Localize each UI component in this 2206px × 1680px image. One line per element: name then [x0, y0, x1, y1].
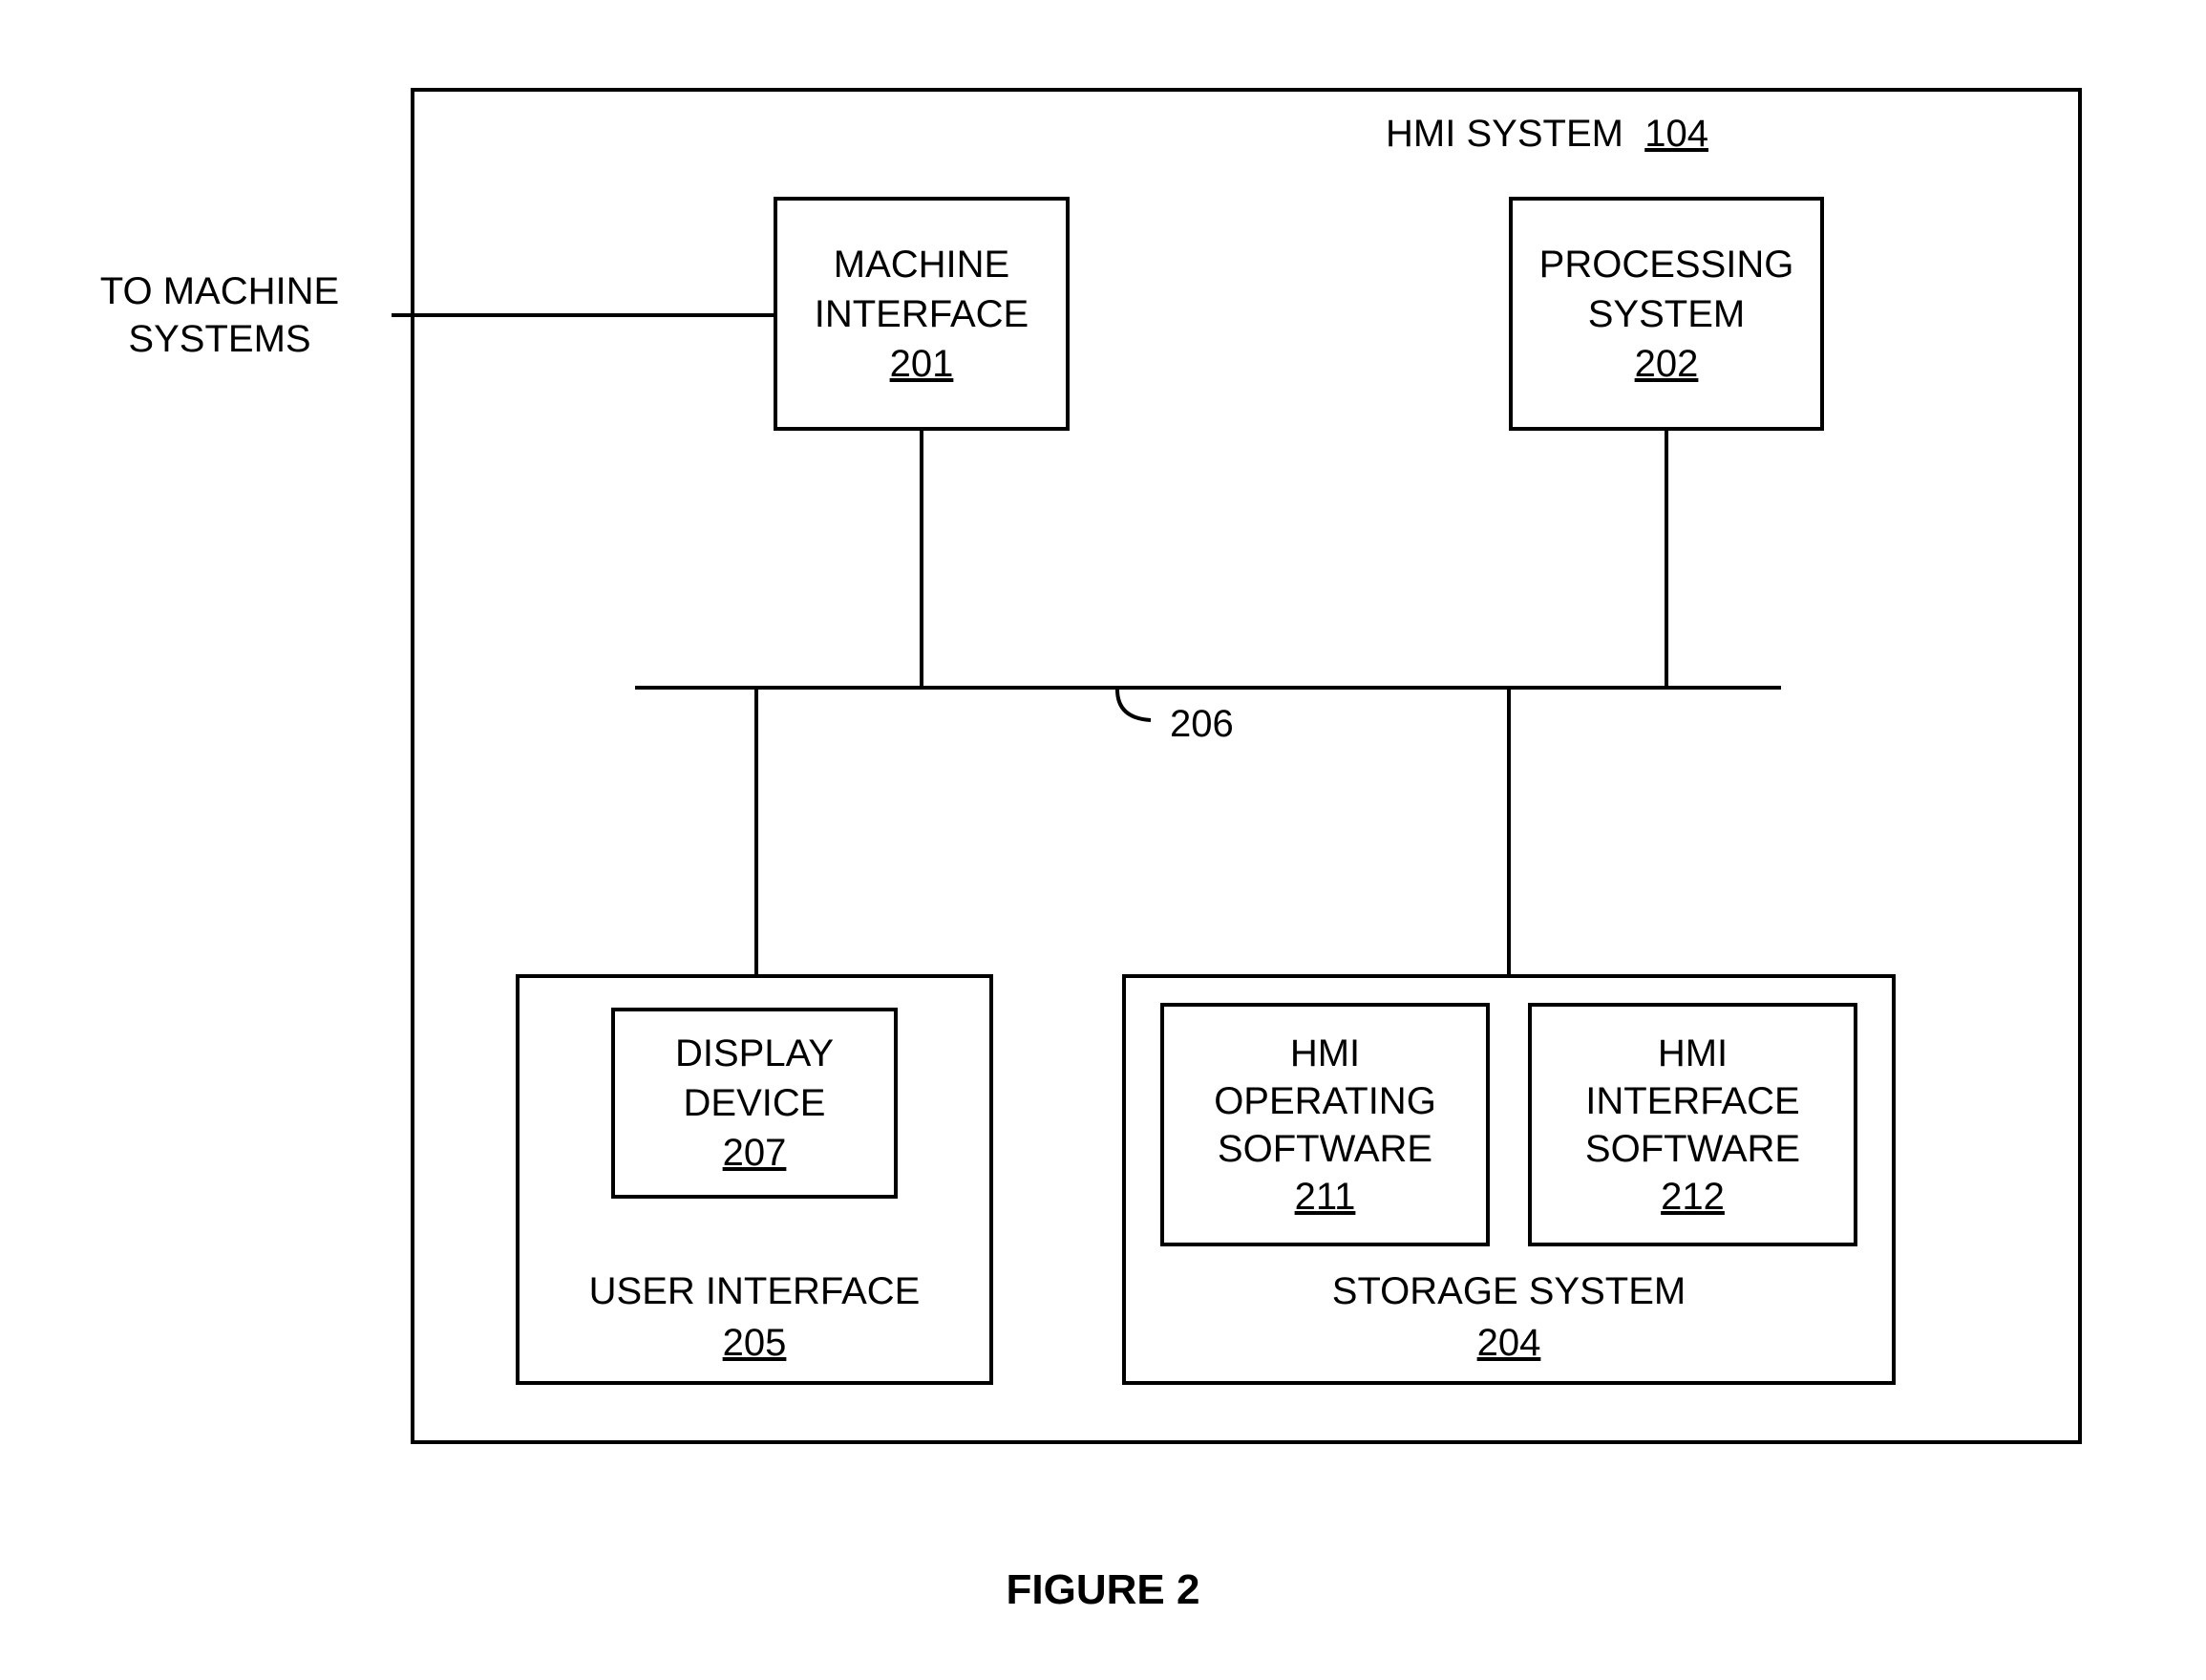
diagram-canvas: TO MACHINE SYSTEMS HMI SYSTEM 104 MACHIN…: [0, 0, 2206, 1680]
figure-caption: FIGURE 2: [0, 1566, 2206, 1614]
user-interface-title: USER INTERFACE: [516, 1265, 993, 1317]
storage-system-ref: 204: [1122, 1317, 1896, 1369]
connector-bus-to-user-interface: [754, 686, 758, 974]
display-device-ref: 207: [675, 1128, 834, 1178]
processing-system-box: PROCESSING SYSTEM 202: [1509, 197, 1824, 431]
hmi-interface-software-line1: HMI: [1585, 1030, 1800, 1077]
display-device-line2: DEVICE: [675, 1078, 834, 1128]
processing-system-line1: PROCESSING: [1539, 240, 1794, 289]
machine-interface-line2: INTERFACE: [815, 289, 1029, 339]
hmi-operating-software-line1: HMI: [1214, 1030, 1436, 1077]
storage-system-title: STORAGE SYSTEM: [1122, 1265, 1896, 1317]
hmi-operating-software-line2: OPERATING: [1214, 1077, 1436, 1125]
processing-system-ref: 202: [1539, 339, 1794, 389]
external-label: TO MACHINE SYSTEMS: [57, 267, 382, 363]
hmi-system-title: HMI SYSTEM 104: [1356, 113, 1738, 156]
hmi-interface-software-line2: INTERFACE: [1585, 1077, 1800, 1125]
bus-label: 206: [1170, 703, 1234, 746]
bus-line: [635, 686, 1781, 690]
machine-interface-box: MACHINE INTERFACE 201: [774, 197, 1070, 431]
hmi-interface-software-ref: 212: [1585, 1173, 1800, 1221]
display-device-line1: DISPLAY: [675, 1029, 834, 1078]
hmi-operating-software-line3: SOFTWARE: [1214, 1125, 1436, 1173]
connector-bus-to-storage-system: [1507, 686, 1511, 974]
storage-system-title-block: STORAGE SYSTEM 204: [1122, 1265, 1896, 1369]
hmi-operating-software-box: HMI OPERATING SOFTWARE 211: [1160, 1003, 1490, 1246]
connector-machine-interface-to-bus: [920, 431, 923, 686]
display-device-box: DISPLAY DEVICE 207: [611, 1008, 898, 1199]
user-interface-ref: 205: [516, 1317, 993, 1369]
hmi-interface-software-box: HMI INTERFACE SOFTWARE 212: [1528, 1003, 1857, 1246]
hmi-interface-software-line3: SOFTWARE: [1585, 1125, 1800, 1173]
user-interface-title-block: USER INTERFACE 205: [516, 1265, 993, 1369]
hmi-system-ref: 104: [1644, 113, 1708, 155]
hmi-system-title-text: HMI SYSTEM: [1386, 113, 1623, 155]
bus-hook-icon: [1108, 688, 1165, 735]
hmi-operating-software-ref: 211: [1214, 1173, 1436, 1221]
connector-processing-system-to-bus: [1665, 431, 1668, 686]
machine-interface-line1: MACHINE: [815, 240, 1029, 289]
processing-system-line2: SYSTEM: [1539, 289, 1794, 339]
machine-interface-ref: 201: [815, 339, 1029, 389]
